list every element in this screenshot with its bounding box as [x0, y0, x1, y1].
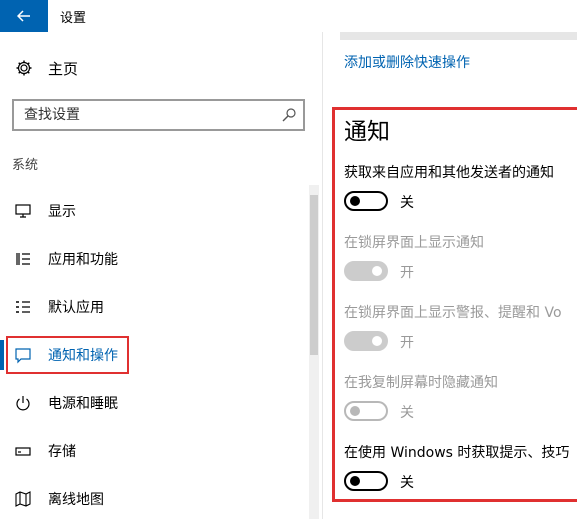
- sidebar-item-label: 默认应用: [48, 300, 104, 316]
- search-box[interactable]: [12, 99, 305, 131]
- sidebar-item-home[interactable]: 主页: [0, 48, 305, 88]
- sidebar-item-offline-maps[interactable]: 离线地图: [0, 477, 305, 519]
- active-indicator: [0, 340, 4, 370]
- sidebar-item-storage[interactable]: 存储: [0, 429, 305, 473]
- toggle-lock-screen-notifications[interactable]: [344, 261, 388, 281]
- sidebar-item-display[interactable]: 显示: [0, 189, 305, 233]
- sidebar-scrollbar-thumb[interactable]: [310, 195, 318, 355]
- sidebar-item-label: 主页: [48, 60, 79, 78]
- sidebar-divider: [322, 32, 323, 519]
- default-apps-icon: [16, 301, 30, 313]
- back-arrow-icon: [17, 10, 30, 22]
- section-label-system: 系统: [12, 158, 39, 173]
- search-input[interactable]: [24, 105, 274, 125]
- sidebar-item-label: 通知和操作: [48, 348, 118, 364]
- toggle-tips-and-tricks[interactable]: [344, 471, 388, 491]
- window-title: 设置: [60, 11, 87, 26]
- toggle-hide-when-duplicating[interactable]: [344, 401, 388, 421]
- setting-label-lock-screen-alarms: 在锁屏界面上显示警报、提醒和 Vo: [344, 305, 562, 321]
- toggle-state-label: 关: [400, 195, 414, 211]
- sidebar-item-label: 存储: [48, 444, 76, 460]
- back-button[interactable]: [0, 0, 48, 32]
- sidebar-item-default-apps[interactable]: 默认应用: [0, 285, 305, 329]
- apps-list-icon: [16, 253, 30, 265]
- power-icon: [16, 396, 30, 411]
- sidebar-item-label: 离线地图: [48, 492, 104, 508]
- sidebar-item-apps[interactable]: 应用和功能: [0, 237, 305, 281]
- page-title: 通知: [344, 119, 390, 145]
- setting-label-lock-screen-notifications: 在锁屏界面上显示通知: [344, 235, 484, 251]
- toggle-knob: [350, 406, 360, 416]
- toggle-state-label: 开: [400, 335, 414, 351]
- toggle-state-label: 关: [400, 405, 414, 421]
- toggle-app-notifications[interactable]: [344, 191, 388, 211]
- sidebar-item-notifications[interactable]: 通知和操作: [0, 333, 305, 377]
- sidebar-item-label: 应用和功能: [48, 252, 118, 268]
- toggle-lock-screen-alarms[interactable]: [344, 331, 388, 351]
- gear-icon: [16, 60, 32, 76]
- toggle-knob: [372, 336, 382, 346]
- sidebar-item-power[interactable]: 电源和睡眠: [0, 381, 305, 425]
- setting-label-hide-when-duplicating: 在我复制屏幕时隐藏通知: [344, 375, 498, 391]
- sidebar-item-label: 显示: [48, 204, 76, 220]
- notifications-section: 通知 获取来自应用和其他发送者的通知 关 在锁屏界面上显示通知 开 在锁屏界面上…: [344, 0, 577, 519]
- toggle-state-label: 关: [400, 475, 414, 491]
- notification-icon: [15, 348, 31, 364]
- setting-label-app-notifications: 获取来自应用和其他发送者的通知: [344, 165, 554, 181]
- toggle-state-label: 开: [400, 265, 414, 281]
- search-icon[interactable]: [281, 107, 297, 123]
- toggle-knob: [350, 476, 360, 486]
- monitor-icon: [15, 204, 31, 218]
- map-icon: [15, 491, 31, 507]
- toggle-knob: [350, 196, 360, 206]
- sidebar-item-label: 电源和睡眠: [48, 396, 118, 412]
- toggle-knob: [372, 266, 382, 276]
- storage-icon: [15, 447, 31, 456]
- setting-label-tips-and-tricks: 在使用 Windows 时获取提示、技巧: [344, 445, 570, 461]
